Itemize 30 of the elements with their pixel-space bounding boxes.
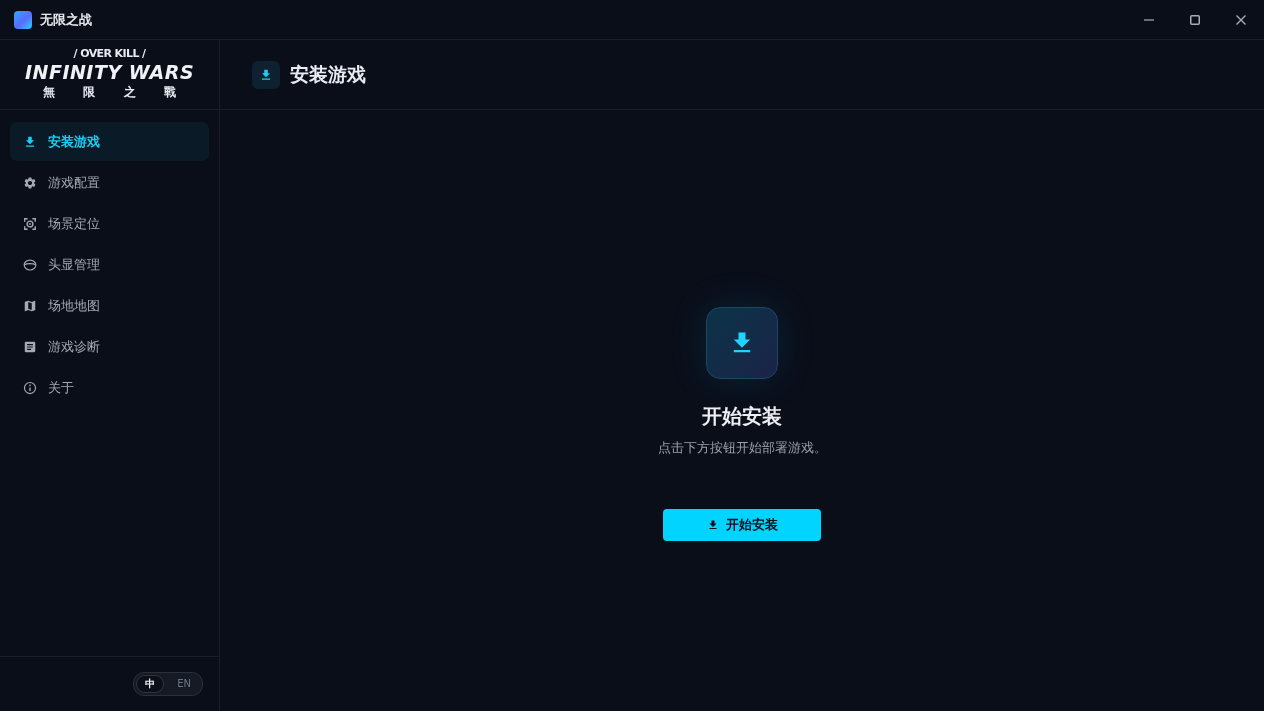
logo-title: INFINITY WARS — [24, 61, 195, 83]
nav-item[interactable]: 安装游戏 — [10, 122, 209, 161]
download-icon — [23, 134, 37, 149]
settings-icon — [23, 175, 37, 190]
logo-tagline: / OVER KILL / — [73, 46, 146, 61]
download-icon — [706, 306, 778, 379]
scan-target-icon — [23, 216, 37, 231]
language-option[interactable]: EN — [168, 675, 200, 693]
page-title: 安装游戏 — [290, 61, 366, 87]
start-install-button[interactable]: 开始安装 — [663, 508, 821, 541]
nav-item[interactable]: 游戏诊断 — [10, 327, 209, 366]
window-title: 无限之战 — [40, 10, 92, 29]
minimize-icon — [1144, 18, 1154, 21]
nav-item[interactable]: 场景定位 — [10, 204, 209, 243]
info-icon — [23, 380, 37, 395]
nav-item[interactable]: 场地地图 — [10, 286, 209, 325]
headset-icon — [23, 257, 37, 272]
language-option[interactable]: 中 — [136, 675, 165, 693]
map-icon — [23, 298, 37, 313]
app-logo-icon — [14, 10, 32, 29]
nav-item[interactable]: 头显管理 — [10, 245, 209, 284]
logo-subtitle: 無 限 之 戰 — [43, 84, 176, 101]
install-title: 开始安装 — [702, 402, 782, 430]
maximize-icon — [1190, 14, 1200, 25]
install-description: 点击下方按钮开始部署游戏。 — [657, 438, 827, 457]
download-icon — [252, 60, 280, 89]
document-icon — [23, 339, 37, 354]
nav-item[interactable]: 关于 — [10, 368, 209, 407]
nav-item[interactable]: 游戏配置 — [10, 163, 209, 202]
close-icon — [1236, 14, 1246, 25]
